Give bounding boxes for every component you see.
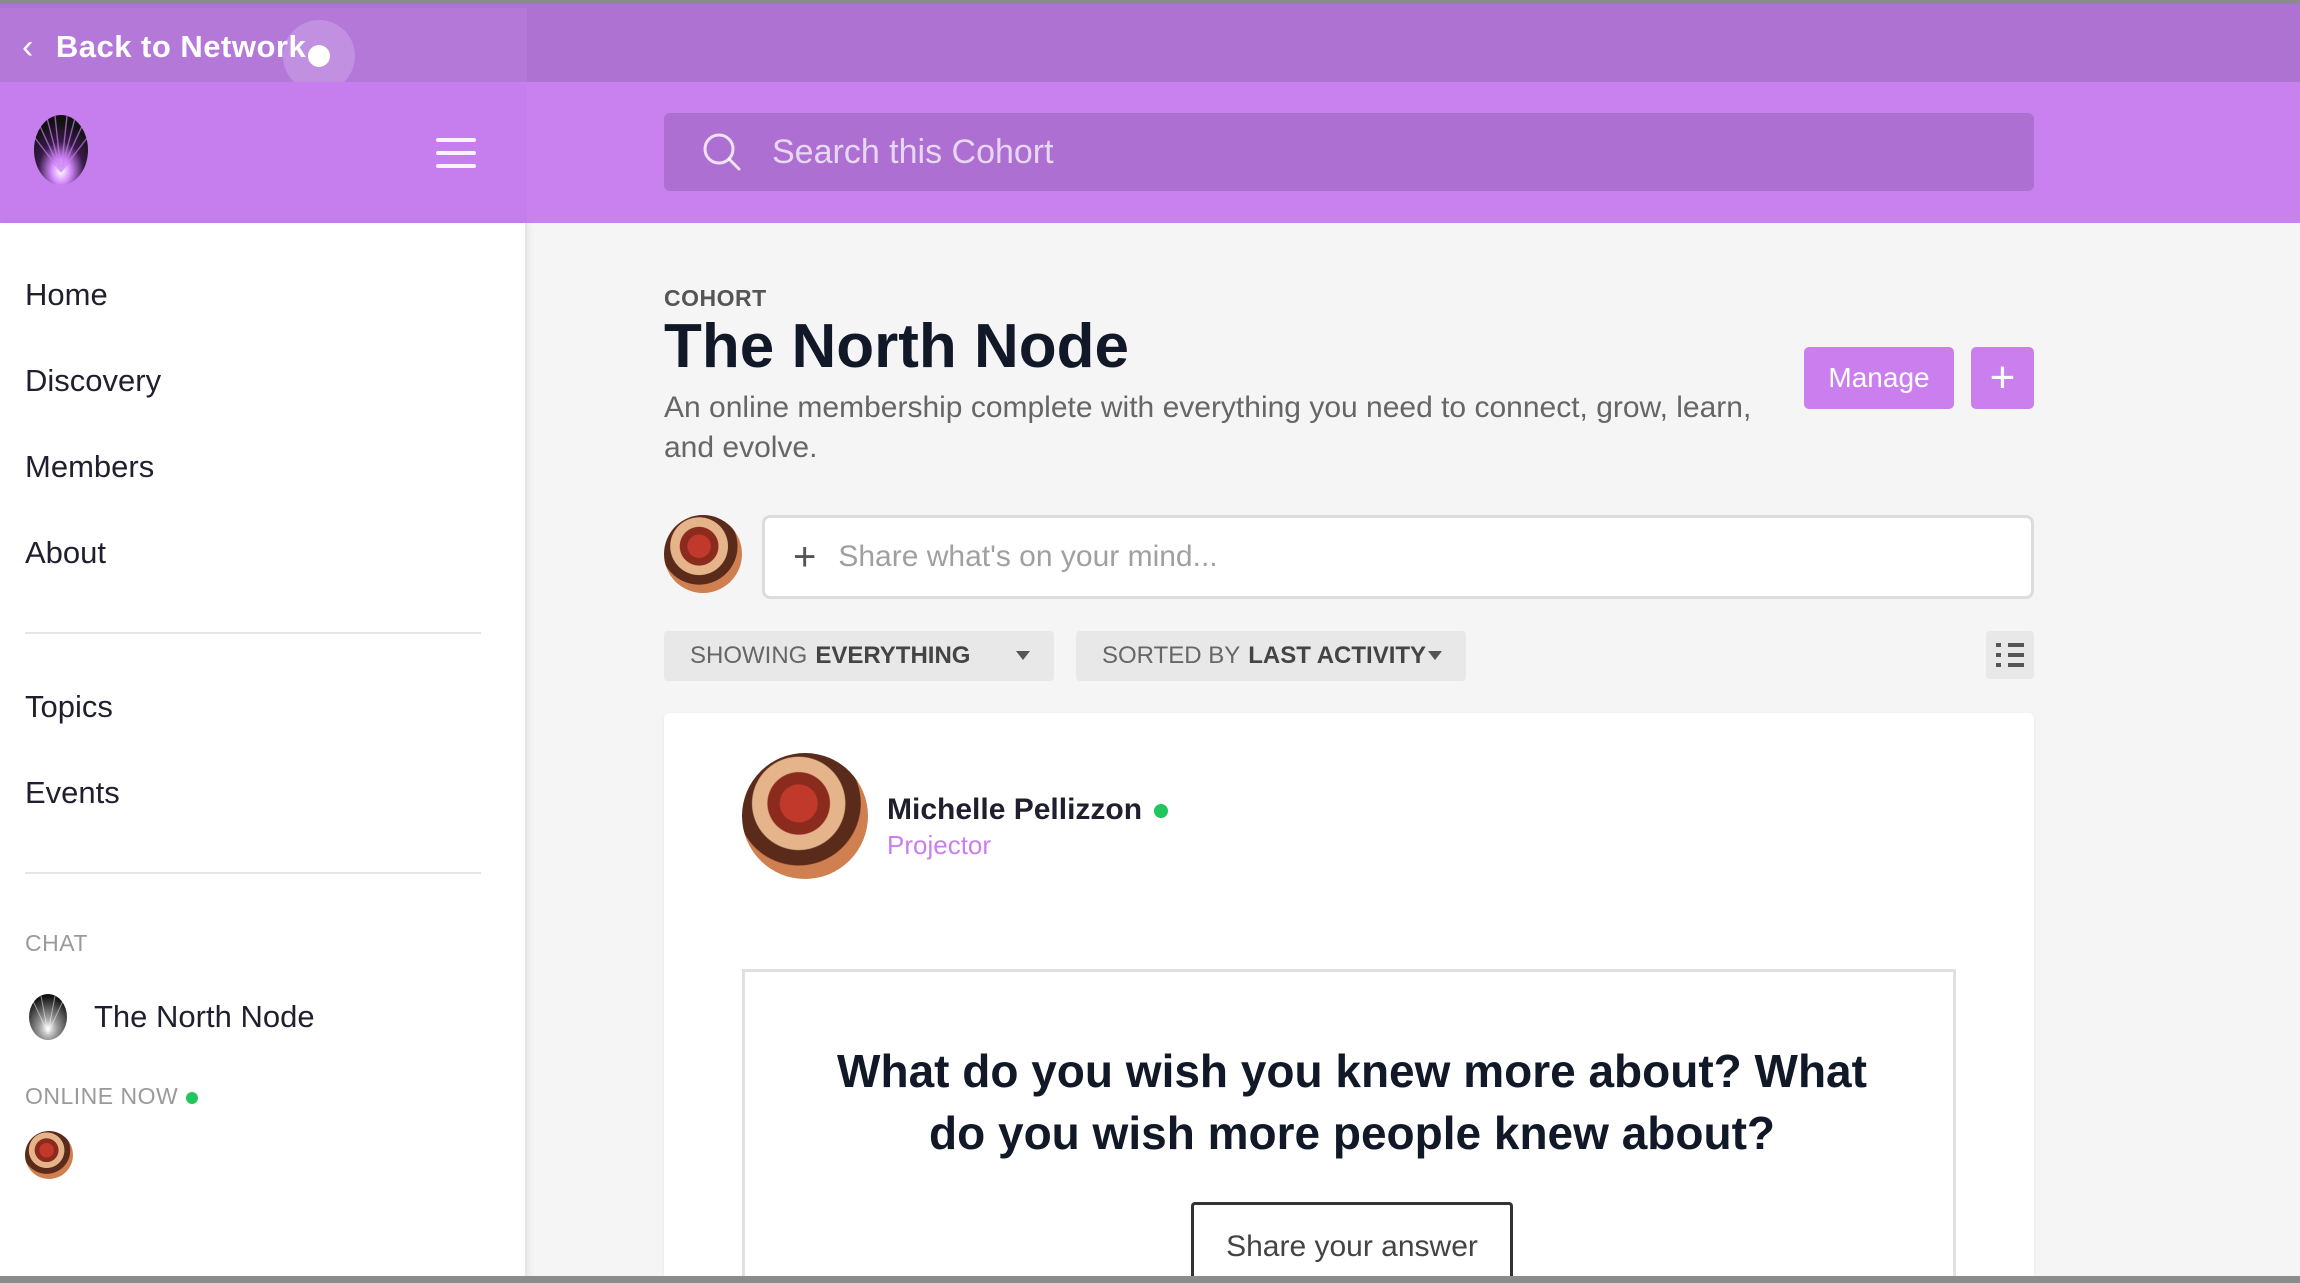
back-to-network-link[interactable]: ‹ Back to Network bbox=[0, 8, 527, 86]
post-card: Michelle Pellizzon Projector What do you… bbox=[664, 713, 2034, 1283]
sidebar-item-events[interactable]: Events bbox=[25, 775, 120, 811]
top-bar: ‹ Back to Network bbox=[0, 0, 2300, 92]
caret-down-icon bbox=[1016, 651, 1030, 660]
sidebar: Home Discovery Members About Topics Even… bbox=[0, 223, 527, 1278]
filter-sort-dropdown[interactable]: SORTED BY LAST ACTIVITY bbox=[1076, 631, 1466, 681]
header-brand-area bbox=[0, 82, 527, 223]
search-input[interactable] bbox=[772, 132, 1972, 172]
north-node-logo-icon[interactable] bbox=[33, 114, 89, 186]
sidebar-item-topics[interactable]: Topics bbox=[25, 689, 113, 725]
sidebar-item-home[interactable]: Home bbox=[25, 277, 108, 313]
author-role: Projector bbox=[887, 830, 992, 860]
header bbox=[0, 82, 2300, 223]
post-composer[interactable]: + Share what's on your mind... bbox=[762, 515, 2034, 599]
online-member-avatar[interactable] bbox=[25, 1131, 73, 1179]
sidebar-item-members[interactable]: Members bbox=[25, 449, 154, 485]
manage-button[interactable]: Manage bbox=[1804, 347, 1954, 409]
chevron-left-icon: ‹ bbox=[22, 27, 34, 66]
current-user-avatar[interactable] bbox=[664, 515, 742, 593]
north-node-chat-icon bbox=[29, 994, 67, 1040]
search-icon bbox=[703, 133, 741, 171]
sidebar-divider bbox=[25, 872, 481, 874]
cohort-eyebrow: COHORT bbox=[664, 285, 767, 311]
add-button[interactable]: + bbox=[1971, 347, 2034, 409]
list-view-icon[interactable] bbox=[1986, 631, 2034, 679]
composer-placeholder: Share what's on your mind... bbox=[838, 540, 1218, 573]
chat-item-label: The North Node bbox=[94, 999, 315, 1034]
sidebar-divider bbox=[25, 632, 481, 634]
filter-showing-dropdown[interactable]: SHOWING EVERYTHING bbox=[664, 631, 1054, 681]
online-status-dot bbox=[186, 1091, 199, 1104]
cohort-description: An online membership complete with every… bbox=[664, 391, 1752, 464]
plus-icon: + bbox=[793, 534, 817, 579]
bottom-edge bbox=[0, 1276, 2300, 1283]
page-title: The North Node bbox=[664, 312, 1129, 381]
sidebar-item-about[interactable]: About bbox=[25, 535, 106, 571]
hamburger-menu-icon[interactable] bbox=[436, 138, 476, 168]
prompt-box: What do you wish you knew more about? Wh… bbox=[742, 969, 1956, 1283]
online-now-label: ONLINE NOW bbox=[25, 1083, 199, 1110]
prompt-question: What do you wish you knew more about? Wh… bbox=[837, 1045, 1867, 1159]
author-name[interactable]: Michelle Pellizzon bbox=[887, 793, 1169, 827]
chat-item-north-node[interactable]: The North Node bbox=[28, 993, 315, 1041]
chat-section-label: CHAT bbox=[25, 930, 88, 956]
online-status-dot bbox=[1154, 804, 1169, 819]
sidebar-item-discovery[interactable]: Discovery bbox=[25, 363, 161, 399]
author-avatar[interactable] bbox=[742, 753, 868, 879]
back-link-label: Back to Network bbox=[55, 29, 307, 64]
share-answer-button[interactable]: Share your answer bbox=[1191, 1202, 1513, 1283]
search-bar[interactable] bbox=[664, 113, 2034, 191]
caret-down-icon bbox=[1428, 651, 1442, 660]
